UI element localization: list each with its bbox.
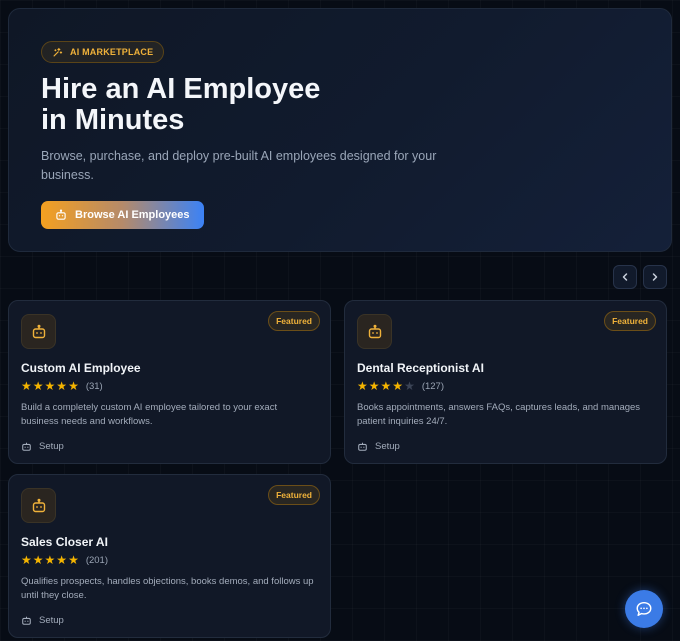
chat-bubble-icon [636,601,652,617]
star-icon: ★ [404,379,415,393]
card-avatar [357,314,392,349]
star-icon: ★ [32,553,44,567]
carousel-next-button[interactable] [643,265,667,289]
star-icon: ★ [380,379,392,393]
rating-count: (31) [85,380,103,392]
hero-title: Hire an AI Employee in Minutes [41,73,321,136]
star-icon: ★ [368,379,380,393]
star-icon: ★ [56,379,68,393]
star-rating: ★ ★ ★ ★ ★ (31) [21,379,318,393]
robot-icon [22,616,31,625]
robot-icon [22,442,31,451]
employee-card-dental-receptionist[interactable]: Featured Dental Receptionist AI ★ ★ ★ ★ … [344,300,667,464]
card-title: Custom AI Employee [21,361,141,375]
browse-ai-employees-button[interactable]: Browse AI Employees [41,201,204,229]
featured-badge: Featured [268,311,320,331]
rating-count: (127) [421,380,445,392]
card-description: Qualifies prospects, handles objections,… [21,576,314,601]
card-avatar [21,314,56,349]
robot-icon [32,498,45,512]
star-icon: ★ [44,379,56,393]
setup-label: Setup [375,441,400,452]
carousel-prev-button[interactable] [613,265,637,289]
star-icon: ★ [56,553,68,567]
card-avatar [21,488,56,523]
setup-label: Setup [39,441,64,452]
rating-count: (201) [85,554,109,566]
browse-ai-employees-label: Browse AI Employees [75,209,190,221]
star-icon: ★ [68,553,79,567]
star-rating: ★ ★ ★ ★ ★ (201) [21,553,318,567]
featured-badge: Featured [268,485,320,505]
star-icon: ★ [32,379,44,393]
star-icon: ★ [44,553,56,567]
hero-banner: AI MARKETPLACE Hire an AI Employee in Mi… [8,8,672,252]
card-footer: Setup [357,441,400,452]
sparkle-icon [53,47,63,56]
hero-subtitle: Browse, purchase, and deploy pre-built A… [41,149,437,182]
star-icon: ★ [392,379,404,393]
card-footer: Setup [21,615,64,626]
star-rating: ★ ★ ★ ★ ★ (127) [357,379,654,393]
star-icon: ★ [357,379,368,393]
chat-launcher-button[interactable] [625,590,663,628]
card-title: Dental Receptionist AI [357,361,484,375]
marketplace-badge-label: AI MARKETPLACE [70,47,154,57]
robot-icon [358,442,367,451]
star-icon: ★ [21,553,32,567]
marketplace-badge: AI MARKETPLACE [41,41,165,63]
card-footer: Setup [21,441,64,452]
star-icon: ★ [68,379,79,393]
chevron-right-icon [652,273,658,281]
featured-badge: Featured [604,311,656,331]
employee-card-custom-ai[interactable]: Featured Custom AI Employee ★ ★ ★ ★ ★ (3… [8,300,331,464]
employee-card-sales-closer[interactable]: Featured Sales Closer AI ★ ★ ★ ★ ★ (201)… [8,474,331,638]
star-icon: ★ [21,379,32,393]
robot-icon [56,209,66,220]
card-description: Books appointments, answers FAQs, captur… [357,402,641,427]
card-title: Sales Closer AI [21,535,108,549]
card-description: Build a completely custom AI employee ta… [21,402,278,427]
chevron-left-icon [622,273,628,281]
setup-label: Setup [39,615,64,626]
robot-icon [32,324,45,338]
robot-icon [368,324,381,338]
